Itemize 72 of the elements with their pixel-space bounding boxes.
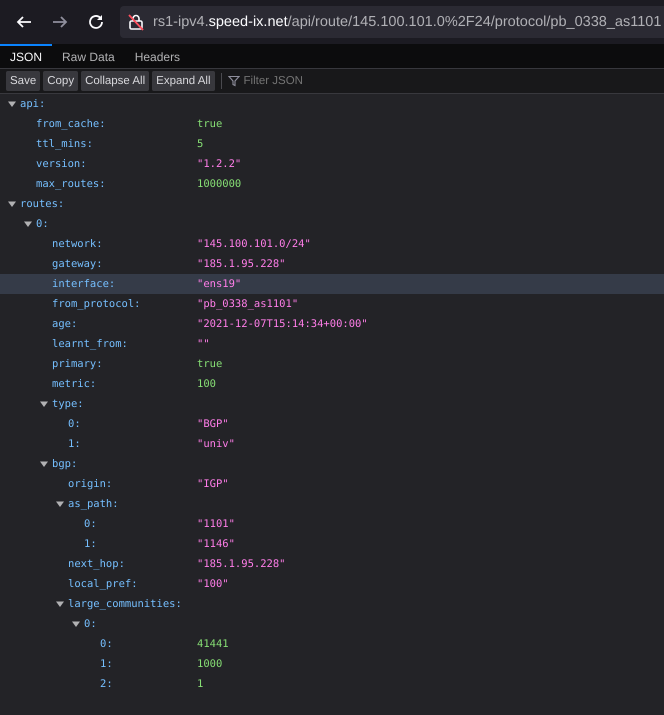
json-value: "1146": [197, 538, 235, 550]
json-value: "145.100.101.0/24": [197, 238, 311, 250]
toolbar-button[interactable]: Expand All: [152, 71, 215, 91]
json-key: metric:: [52, 378, 96, 390]
json-value: "pb_0338_as1101": [197, 298, 298, 310]
json-key: routes:: [20, 198, 64, 210]
json-key: gateway:: [52, 258, 103, 270]
json-value: 5: [197, 138, 204, 150]
json-value: "BGP": [197, 418, 229, 430]
json-value: 1: [197, 678, 204, 690]
json-key: 0:: [84, 618, 97, 630]
expand-toggle-icon[interactable]: [24, 220, 32, 228]
expand-toggle-icon[interactable]: [8, 200, 16, 208]
json-key: as_path:: [68, 498, 119, 510]
expand-toggle-icon[interactable]: [40, 400, 48, 408]
reload-icon: [87, 13, 105, 31]
json-key: 0:: [36, 218, 49, 230]
expand-toggle-icon[interactable]: [8, 100, 16, 108]
json-value: "ens19": [197, 278, 242, 290]
json-key: bgp:: [52, 458, 78, 470]
json-key: age:: [52, 318, 78, 330]
json-key: interface:: [52, 278, 116, 290]
expand-toggle-icon[interactable]: [72, 620, 80, 628]
json-value: 100: [197, 378, 216, 390]
json-value: "": [197, 338, 210, 350]
tab[interactable]: Headers: [124, 44, 190, 68]
json-key: 1:: [100, 658, 113, 670]
json-value: 1000000: [197, 178, 242, 190]
json-key: from_protocol:: [52, 298, 141, 310]
json-key: 2:: [100, 678, 113, 690]
json-value: "IGP": [197, 478, 229, 490]
json-key: type:: [52, 398, 84, 410]
json-value: true: [197, 358, 222, 370]
json-key: from_cache:: [36, 118, 106, 130]
json-key: local_pref:: [68, 578, 138, 590]
json-key: next_hop:: [68, 558, 125, 570]
json-key: network:: [52, 238, 103, 250]
expand-toggle-icon[interactable]: [40, 460, 48, 468]
json-key: version:: [36, 158, 87, 170]
json-key: 1:: [68, 438, 81, 450]
json-key: ttl_mins:: [36, 138, 93, 150]
tab[interactable]: Raw Data: [52, 44, 125, 68]
json-value: "univ": [197, 438, 235, 450]
json-key: large_communities:: [68, 598, 182, 610]
json-value: "2021-12-07T15:14:34+00:00": [197, 318, 368, 330]
toolbar-button[interactable]: Collapse All: [81, 71, 150, 91]
url-text: rs1-ipv4.speed-ix.net/api/route/145.100.101.0%2F24/protocol/pb_0338_as1101: [153, 14, 662, 30]
json-value: "185.1.95.228": [197, 558, 286, 570]
json-value: "100": [197, 578, 229, 590]
json-key: learnt_from:: [52, 338, 128, 350]
funnel-icon: [228, 75, 240, 87]
toolbar-button[interactable]: Save: [6, 71, 40, 91]
json-key: 0:: [100, 638, 113, 650]
json-key: api:: [20, 98, 46, 110]
json-value: "1101": [197, 518, 235, 530]
toolbar-button[interactable]: Copy: [43, 71, 78, 91]
expand-toggle-icon[interactable]: [56, 600, 64, 608]
json-key: origin:: [68, 478, 112, 490]
expand-toggle-icon[interactable]: [56, 500, 64, 508]
filter-field[interactable]: Filter JSON: [244, 75, 364, 87]
address-bar[interactable]: rs1-ipv4.speed-ix.net/api/route/145.100.101.0%2F24/protocol/pb_0338_as1101: [120, 6, 664, 38]
json-key: max_routes:: [36, 178, 106, 190]
json-value: "1.2.2": [197, 158, 242, 170]
json-value: 1000: [197, 658, 222, 670]
json-value: true: [197, 118, 222, 130]
json-key: 1:: [84, 538, 97, 550]
json-key: 0:: [84, 518, 97, 530]
json-value: "185.1.95.228": [197, 258, 286, 270]
json-key: primary:: [52, 358, 103, 370]
json-key: 0:: [68, 418, 81, 430]
json-value: 41441: [197, 638, 229, 650]
crossed-lock-icon: [127, 13, 145, 31]
